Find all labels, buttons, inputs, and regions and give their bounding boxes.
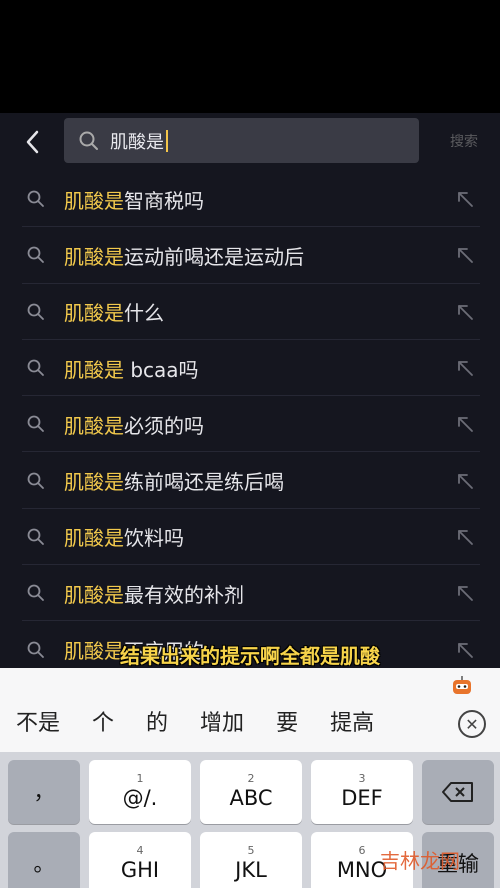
suggestion-text: 肌酸是运动前喝还是运动后 bbox=[64, 241, 304, 270]
chevron-left-icon bbox=[26, 130, 39, 154]
key-2[interactable]: 2 ABC bbox=[200, 760, 302, 824]
suggestion-text: 肌酸是智商税吗 bbox=[64, 185, 204, 214]
back-button[interactable] bbox=[16, 125, 50, 159]
suggestion-item[interactable]: 肌酸是 bcaa吗 bbox=[0, 340, 500, 397]
candidate-word[interactable]: 个 bbox=[76, 704, 130, 744]
video-caption: 结果出来的提示啊全都是肌酸 bbox=[120, 644, 380, 668]
suggestion-highlight: 肌酸是 bbox=[64, 357, 124, 382]
candidate-list: 不是个的增加要提高 bbox=[0, 704, 460, 744]
candidate-word[interactable]: 要 bbox=[260, 704, 314, 744]
fill-query-arrow-icon[interactable] bbox=[456, 246, 474, 264]
suggestion-highlight: 肌酸是 bbox=[64, 526, 124, 551]
fill-query-arrow-icon[interactable] bbox=[456, 415, 474, 433]
suggestion-text: 肌酸是最有效的补剂 bbox=[64, 579, 244, 608]
search-icon bbox=[27, 584, 44, 602]
suggestion-item[interactable]: 肌酸是必须的吗 bbox=[0, 396, 500, 453]
punct-key[interactable]: 。 bbox=[8, 832, 80, 888]
suggestion-rest: 什么 bbox=[124, 301, 164, 326]
suggestion-highlight: 肌酸是 bbox=[64, 301, 124, 326]
key-4[interactable]: 4 GHI bbox=[89, 832, 191, 888]
suggestion-rest: 必须的吗 bbox=[124, 413, 204, 438]
search-icon bbox=[27, 359, 44, 376]
fill-query-arrow-icon[interactable] bbox=[456, 472, 474, 490]
text-cursor bbox=[166, 129, 168, 152]
close-icon: ✕ bbox=[465, 714, 479, 734]
suggestion-rest: 练前喝还是练后喝 bbox=[124, 470, 284, 495]
suggestion-text: 肌酸是饮料吗 bbox=[64, 522, 184, 551]
key-number: 4 bbox=[136, 844, 144, 857]
punct-key[interactable]: ， bbox=[8, 760, 80, 824]
candidate-word[interactable]: 不是 bbox=[0, 704, 76, 744]
key-label: 。 bbox=[33, 852, 55, 876]
search-icon bbox=[27, 472, 44, 489]
search-icon bbox=[27, 247, 44, 264]
suggestion-item[interactable]: 肌酸是饮料吗 bbox=[0, 509, 500, 566]
ime-toolbar bbox=[0, 668, 500, 702]
watermark: 吉林龙网 bbox=[380, 849, 460, 873]
search-page: 肌酸是 搜索 肌酸是智商税吗 肌酸是运动前喝还是运动后 肌酸是什么 肌酸是 bcaa吗… bbox=[0, 113, 500, 678]
key-label: DEF bbox=[341, 786, 383, 810]
suggestion-highlight: 肌酸是 bbox=[64, 244, 124, 269]
search-icon bbox=[27, 303, 44, 320]
suggestion-item[interactable]: 肌酸是智商税吗 bbox=[0, 171, 500, 228]
fill-query-arrow-icon[interactable] bbox=[456, 190, 474, 208]
suggestion-item[interactable]: 肌酸是练前喝还是练后喝 bbox=[0, 452, 500, 510]
suggestion-highlight: 肌酸是 bbox=[64, 413, 124, 438]
key-1[interactable]: 1 @/. bbox=[89, 760, 191, 824]
suggestion-item[interactable]: 肌酸是运动前喝还是运动后 bbox=[0, 227, 500, 284]
candidate-word[interactable]: 增加 bbox=[184, 704, 260, 744]
key-5[interactable]: 5 JKL bbox=[200, 832, 302, 888]
backspace-key[interactable] bbox=[422, 760, 494, 824]
candidate-word[interactable]: 提高 bbox=[314, 704, 390, 744]
search-input-value: 肌酸是 bbox=[110, 131, 164, 153]
suggestion-text: 肌酸是必须的吗 bbox=[64, 410, 204, 439]
search-header: 肌酸是 搜索 bbox=[0, 113, 500, 171]
suggestion-rest: 最有效的补剂 bbox=[124, 582, 244, 607]
search-icon bbox=[79, 131, 98, 150]
assistant-robot-icon[interactable] bbox=[450, 674, 474, 698]
key-label: JKL bbox=[235, 858, 267, 882]
key-label: @/. bbox=[122, 786, 158, 810]
fill-query-arrow-icon[interactable] bbox=[456, 584, 474, 602]
key-number: 2 bbox=[247, 772, 255, 785]
fill-query-arrow-icon[interactable] bbox=[456, 528, 474, 546]
search-icon bbox=[27, 415, 44, 433]
suggestion-rest: 运动前喝还是运动后 bbox=[124, 244, 304, 269]
screen: { "search": { "value": "肌酸是", "button_la… bbox=[0, 0, 500, 888]
search-button[interactable]: 搜索 bbox=[450, 131, 478, 151]
key-3[interactable]: 3 DEF bbox=[311, 760, 413, 824]
suggestion-item[interactable]: 肌酸是什么 bbox=[0, 284, 500, 341]
key-number: 5 bbox=[247, 844, 255, 857]
key-label: GHI bbox=[120, 858, 160, 882]
ime-candidate-bar: 不是个的增加要提高 ✕ bbox=[0, 668, 500, 758]
suggestion-highlight: 肌酸是 bbox=[64, 188, 124, 213]
suggestion-text: 肌酸是 bcaa吗 bbox=[64, 354, 199, 383]
key-number: 1 bbox=[136, 772, 144, 785]
search-input[interactable]: 肌酸是 bbox=[64, 118, 419, 163]
search-icon bbox=[27, 528, 44, 545]
candidate-word[interactable]: 的 bbox=[130, 704, 184, 744]
suggestion-text: 肌酸是练前喝还是练后喝 bbox=[64, 466, 284, 495]
key-number: 3 bbox=[358, 772, 366, 785]
suggestion-rest: bcaa吗 bbox=[124, 357, 199, 382]
key-label: ， bbox=[33, 780, 55, 804]
suggestion-item[interactable]: 肌酸是最有效的补剂 bbox=[0, 565, 500, 622]
key-number: 6 bbox=[358, 844, 366, 857]
suggestion-list: 肌酸是智商税吗 肌酸是运动前喝还是运动后 肌酸是什么 肌酸是 bcaa吗 肌酸是必须的吗… bbox=[0, 171, 500, 678]
backspace-icon bbox=[442, 782, 473, 802]
suggestion-highlight: 肌酸是 bbox=[64, 470, 124, 495]
close-candidates-button[interactable]: ✕ bbox=[458, 710, 486, 738]
fill-query-arrow-icon[interactable] bbox=[456, 359, 474, 377]
suggestion-rest: 饮料吗 bbox=[124, 526, 184, 551]
fill-query-arrow-icon[interactable] bbox=[456, 303, 474, 321]
suggestion-highlight: 肌酸是 bbox=[64, 582, 124, 607]
search-icon bbox=[27, 190, 44, 208]
suggestion-text: 肌酸是什么 bbox=[64, 297, 164, 326]
suggestion-rest: 智商税吗 bbox=[124, 188, 204, 213]
key-label: ABC bbox=[229, 786, 273, 810]
